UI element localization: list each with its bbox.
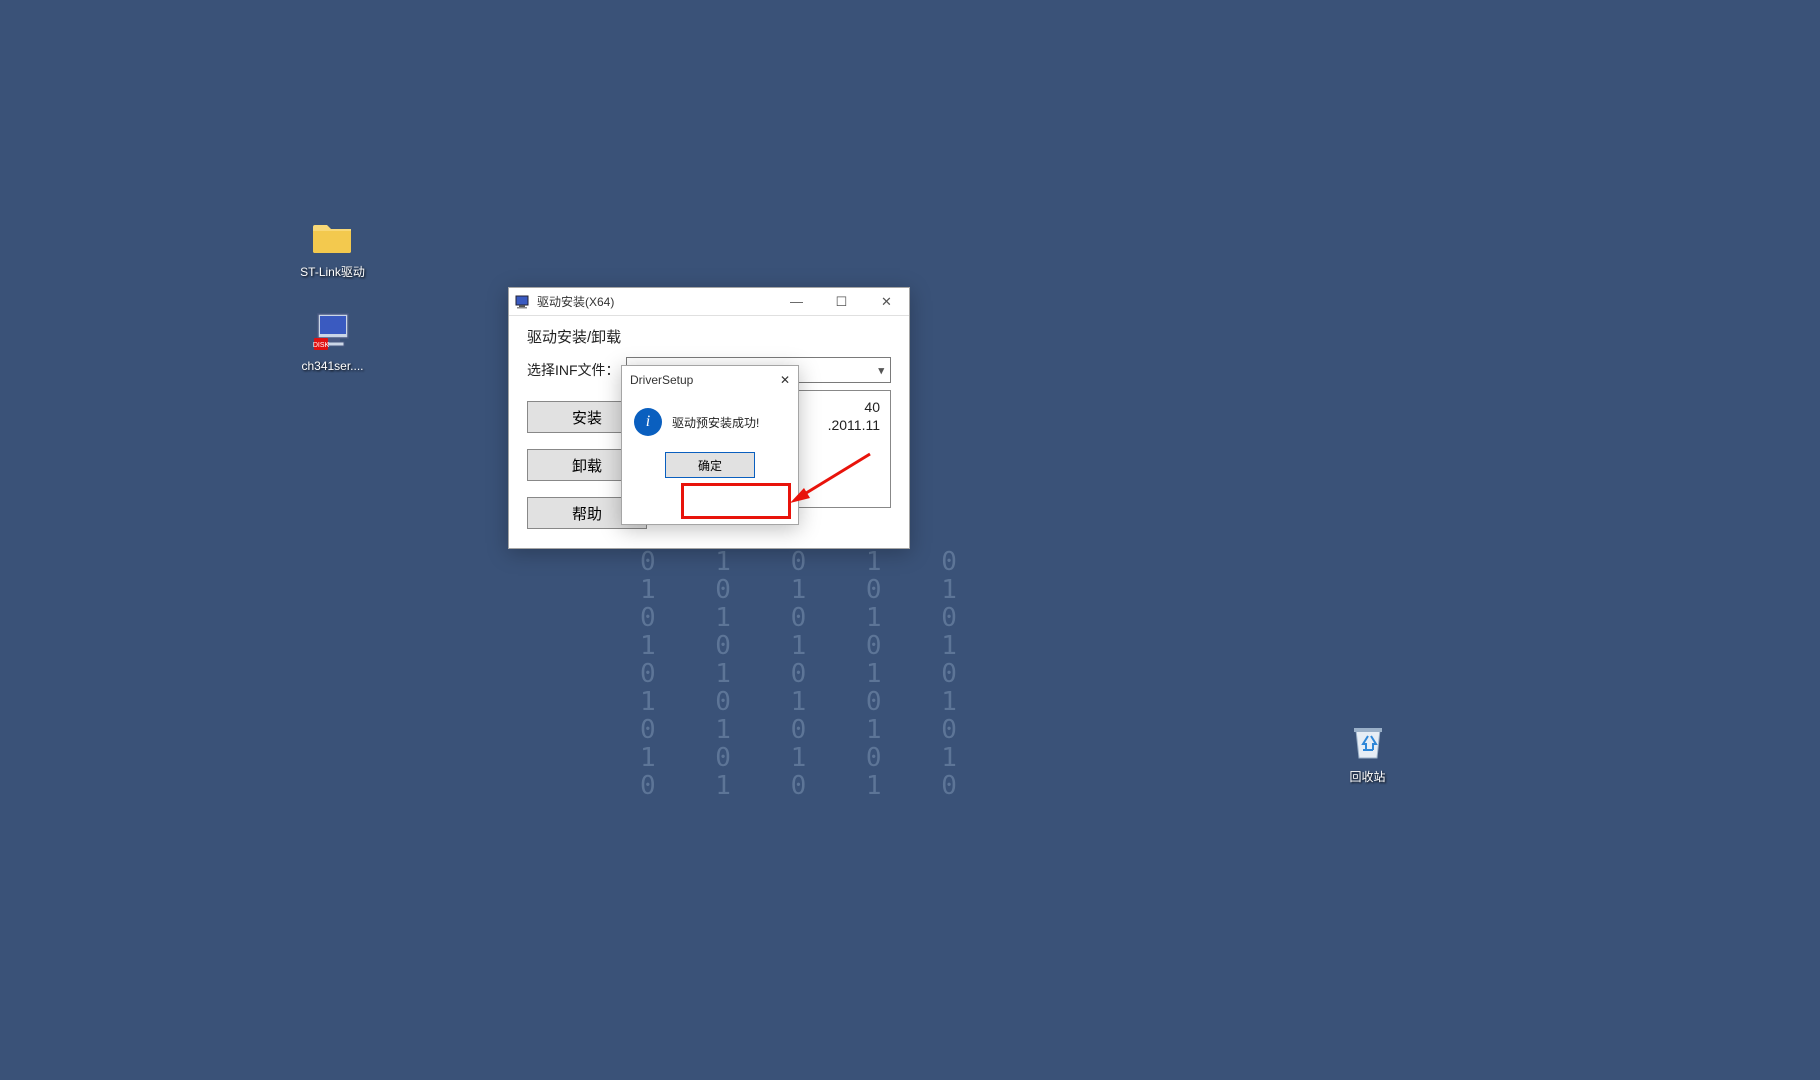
- desktop-icon-label: ST-Link驱动: [295, 265, 370, 279]
- installer-icon: DISK: [309, 307, 357, 355]
- group-label: 驱动安装/卸载: [527, 326, 891, 347]
- window-title: 驱动安装(X64): [537, 293, 614, 310]
- driversetup-dialog: DriverSetup ✕ i 驱动预安装成功! 确定: [621, 365, 799, 525]
- recycle-bin-icon: [1344, 718, 1392, 766]
- wallpaper-binary-pattern: 0 1 0 1 0 1 0 1 0 1 0 1 0 1 0 1 0 1 0 1 …: [640, 548, 979, 800]
- desktop-icon-label: ch341ser....: [295, 359, 370, 373]
- folder-icon: [309, 213, 357, 261]
- close-button[interactable]: ✕: [864, 288, 909, 316]
- titlebar[interactable]: 驱动安装(X64) — ☐ ✕: [509, 288, 909, 316]
- minimize-button[interactable]: —: [774, 288, 819, 316]
- dialog-title: DriverSetup: [630, 373, 693, 387]
- dialog-message: 驱动预安装成功!: [672, 414, 759, 431]
- info-icon: i: [634, 408, 662, 436]
- svg-text:DISK: DISK: [312, 342, 329, 349]
- desktop-icon-ch341ser-exe[interactable]: DISK ch341ser....: [295, 307, 370, 373]
- inf-file-label: 选择INF文件：: [527, 360, 620, 380]
- desktop-icon-recycle-bin[interactable]: 回收站: [1330, 718, 1405, 784]
- close-icon[interactable]: ✕: [780, 373, 790, 387]
- ok-button[interactable]: 确定: [665, 452, 755, 478]
- desktop-icon-label: 回收站: [1330, 770, 1405, 784]
- app-icon: [515, 294, 531, 310]
- desktop-icon-stlink-folder[interactable]: ST-Link驱动: [295, 213, 370, 279]
- maximize-button[interactable]: ☐: [819, 288, 864, 316]
- dialog-titlebar[interactable]: DriverSetup ✕: [622, 366, 798, 394]
- chevron-down-icon: ▾: [878, 364, 884, 377]
